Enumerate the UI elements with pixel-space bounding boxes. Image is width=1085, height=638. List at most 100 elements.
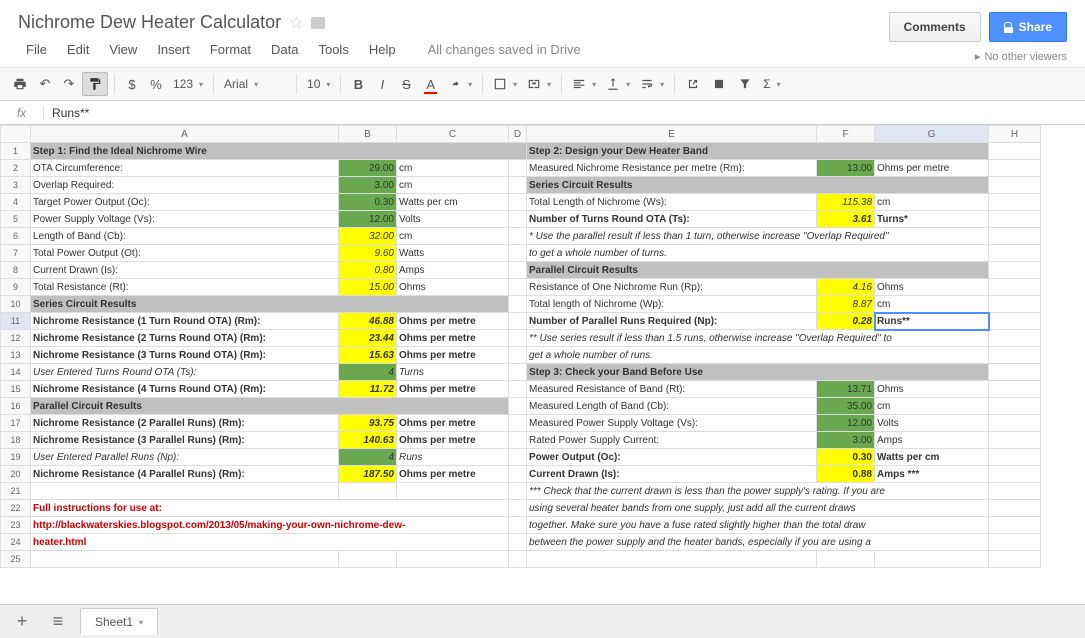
cell[interactable] [989, 330, 1041, 347]
cell[interactable]: Power Supply Voltage (Vs): [31, 211, 339, 228]
cell[interactable]: Step 1: Find the Ideal Nichrome Wire [31, 143, 527, 160]
cell[interactable]: Total length of Nichrome (Wp): [527, 296, 817, 313]
cell[interactable]: Runs [397, 449, 509, 466]
cell[interactable]: 23.44 [339, 330, 397, 347]
undo-icon[interactable]: ↶ [34, 72, 56, 96]
cell[interactable]: 187.50 [339, 466, 397, 483]
cell[interactable] [509, 296, 527, 313]
cell[interactable]: Nichrome Resistance (1 Turn Round OTA) (… [31, 313, 339, 330]
cell[interactable] [509, 398, 527, 415]
cell[interactable]: 4 [339, 449, 397, 466]
cell[interactable] [509, 279, 527, 296]
cell[interactable]: 13.00 [817, 160, 875, 177]
doc-title[interactable]: Nichrome Dew Heater Calculator [18, 12, 281, 33]
cell[interactable] [989, 534, 1041, 551]
cell[interactable]: ** Use series result if less than 1.5 ru… [527, 330, 989, 347]
cell[interactable]: Nichrome Resistance (3 Parallel Runs) (R… [31, 432, 339, 449]
cell[interactable] [989, 381, 1041, 398]
cell[interactable] [509, 432, 527, 449]
cell[interactable]: Ohms per metre [397, 432, 509, 449]
cell[interactable]: cm [397, 228, 509, 245]
col-header-F[interactable]: F [817, 126, 875, 143]
cell[interactable] [989, 551, 1041, 568]
cell[interactable]: Ohms per metre [397, 313, 509, 330]
cell[interactable]: heater.html [31, 534, 509, 551]
wrap-button[interactable] [636, 75, 668, 93]
cell[interactable]: Ohms per metre [397, 466, 509, 483]
cell[interactable]: Parallel Circuit Results [31, 398, 509, 415]
cell[interactable]: Ohms per metre [397, 330, 509, 347]
menu-edit[interactable]: Edit [59, 39, 97, 60]
cell[interactable] [31, 551, 339, 568]
col-header-B[interactable]: B [339, 126, 397, 143]
cell[interactable]: 13.71 [817, 381, 875, 398]
row-head[interactable]: 21 [1, 483, 31, 500]
cell[interactable]: Nichrome Resistance (4 Turns Round OTA) … [31, 381, 339, 398]
row-head[interactable]: 20 [1, 466, 31, 483]
cell[interactable]: 29.00 [339, 160, 397, 177]
folder-icon[interactable] [311, 17, 325, 29]
corner-cell[interactable] [1, 126, 31, 143]
cell[interactable]: 93.75 [339, 415, 397, 432]
cell[interactable] [509, 483, 527, 500]
cell[interactable]: Turns* [875, 211, 989, 228]
cell[interactable]: Total Length of Nichrome (Ws): [527, 194, 817, 211]
cell[interactable]: User Entered Turns Round OTA (Ts): [31, 364, 339, 381]
row-head[interactable]: 14 [1, 364, 31, 381]
cell[interactable] [509, 415, 527, 432]
row-head[interactable]: 18 [1, 432, 31, 449]
cell[interactable] [989, 211, 1041, 228]
cell[interactable] [31, 483, 339, 500]
viewers-status[interactable]: No other viewers [975, 50, 1067, 63]
cell[interactable] [989, 143, 1041, 160]
cell[interactable]: *** Check that the current drawn is less… [527, 483, 989, 500]
insert-chart-icon[interactable] [707, 73, 731, 95]
row-head[interactable]: 3 [1, 177, 31, 194]
merge-button[interactable] [523, 75, 555, 93]
cell[interactable] [509, 517, 527, 534]
cell[interactable] [509, 228, 527, 245]
row-head[interactable]: 17 [1, 415, 31, 432]
all-sheets-button[interactable]: ≡ [44, 611, 72, 633]
cell[interactable]: Current Drawn (Is): [31, 262, 339, 279]
cell[interactable]: 15.00 [339, 279, 397, 296]
bold-button[interactable]: B [347, 73, 369, 96]
cell[interactable] [875, 551, 989, 568]
cell[interactable]: Ohms per metre [397, 347, 509, 364]
cell[interactable] [509, 194, 527, 211]
insert-link-icon[interactable] [681, 73, 705, 95]
menu-help[interactable]: Help [361, 39, 404, 60]
cell[interactable] [989, 194, 1041, 211]
cell[interactable]: Step 3: Check your Band Before Use [527, 364, 989, 381]
cell[interactable] [509, 330, 527, 347]
cell[interactable] [989, 449, 1041, 466]
cell[interactable]: Amps *** [875, 466, 989, 483]
row-head[interactable]: 7 [1, 245, 31, 262]
cell[interactable]: Series Circuit Results [527, 177, 989, 194]
row-head[interactable]: 11 [1, 313, 31, 330]
cell[interactable] [509, 262, 527, 279]
cell[interactable]: Measured Resistance of Band (Rt): [527, 381, 817, 398]
cell[interactable]: Ohms [397, 279, 509, 296]
cell[interactable] [989, 228, 1041, 245]
cell[interactable] [509, 313, 527, 330]
cell[interactable]: 0.30 [817, 449, 875, 466]
cell[interactable] [509, 466, 527, 483]
cell[interactable]: Target Power Output (Oc): [31, 194, 339, 211]
row-head[interactable]: 19 [1, 449, 31, 466]
cell[interactable] [989, 177, 1041, 194]
cell[interactable]: to get a whole number of turns. [527, 245, 989, 262]
font-size-select[interactable]: 10 [303, 75, 334, 93]
cell[interactable]: 9.60 [339, 245, 397, 262]
row-head[interactable]: 9 [1, 279, 31, 296]
cell[interactable]: Rated Power Supply Current: [527, 432, 817, 449]
menu-insert[interactable]: Insert [149, 39, 198, 60]
cell[interactable] [509, 160, 527, 177]
cell[interactable]: 32.00 [339, 228, 397, 245]
cell[interactable]: Total Resistance (Rt): [31, 279, 339, 296]
row-head[interactable]: 22 [1, 500, 31, 517]
cell[interactable]: Parallel Circuit Results [527, 262, 989, 279]
cell[interactable] [509, 449, 527, 466]
col-header-E[interactable]: E [527, 126, 817, 143]
row-head[interactable]: 6 [1, 228, 31, 245]
